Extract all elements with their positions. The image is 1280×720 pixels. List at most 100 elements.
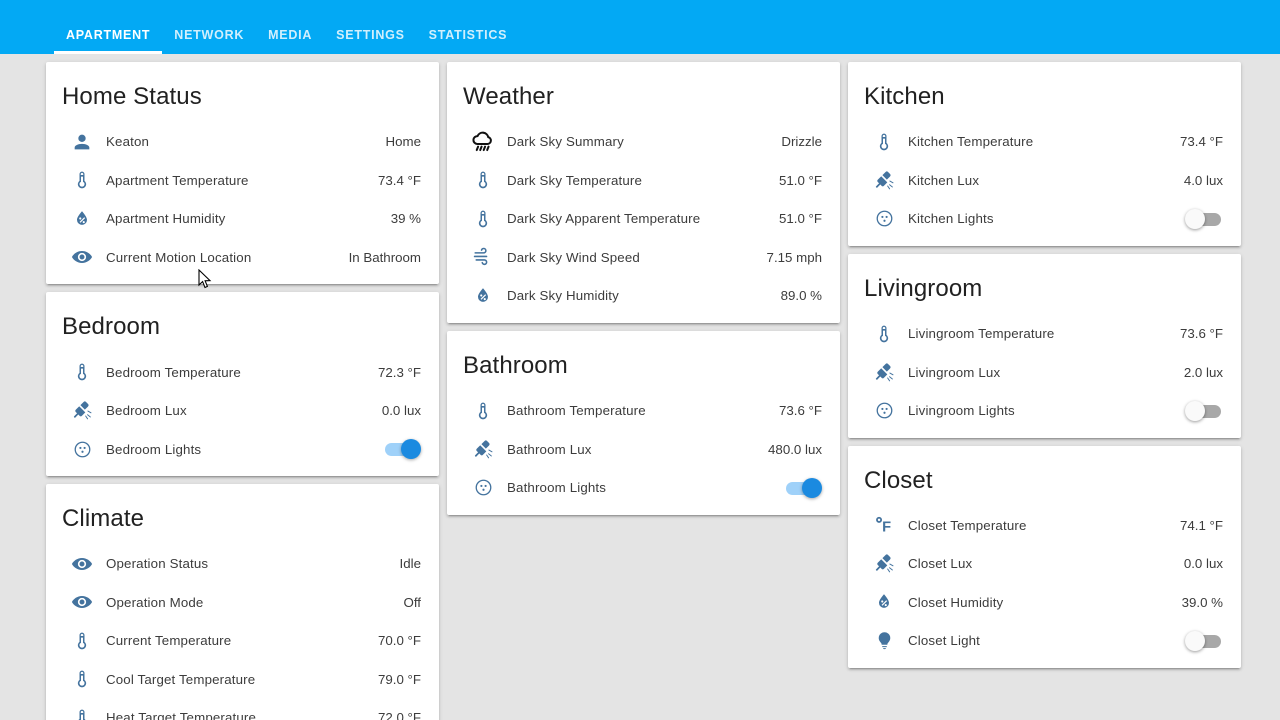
entity-row[interactable]: Dark Sky Humidity 89.0 % (463, 276, 824, 315)
entity-row[interactable]: Closet Lux 0.0 lux (864, 545, 1225, 584)
entity-row[interactable]: Bedroom Lights (62, 430, 423, 469)
toggle-switch[interactable] (1185, 630, 1223, 651)
thermometer-icon (463, 209, 503, 229)
card-bathroom: Bathroom Bathroom Temperature 73.6 °F Bathr… (447, 330, 840, 515)
entity-row[interactable]: Heat Target Temperature 72.0 °F (62, 699, 423, 720)
entity-row[interactable]: Bedroom Lux 0.0 lux (62, 391, 423, 430)
ceiling-light-icon (62, 439, 102, 460)
card-title: Home Status (62, 83, 202, 110)
toggle-switch[interactable] (784, 477, 822, 498)
entity-row[interactable]: Closet Humidity 39.0 % (864, 583, 1225, 622)
ceiling-light-icon (864, 400, 904, 421)
entity-value: Drizzle (781, 134, 822, 150)
entity-row[interactable]: Operation Mode Off (62, 583, 423, 622)
entity-row[interactable]: Bathroom Temperature 73.6 °F (463, 391, 824, 430)
ceiling-light-icon (463, 477, 503, 498)
tab-apartment[interactable]: APARTMENT (54, 28, 163, 55)
entity-row[interactable]: Cool Target Temperature 79.0 °F (62, 660, 423, 699)
entity-row[interactable]: Apartment Temperature 73.4 °F (62, 161, 423, 200)
entity-row[interactable]: Dark Sky Temperature 51.0 °F (463, 161, 824, 200)
tab-statistics[interactable]: STATISTICS (417, 28, 520, 55)
entity-value: 51.0 °F (778, 172, 822, 188)
entity-name: Bedroom Temperature (106, 364, 241, 380)
entity-value: 74.1 °F (1179, 517, 1223, 533)
thermometer-icon (864, 132, 904, 152)
entity-name: Bedroom Lights (106, 441, 202, 457)
entity-row[interactable]: Current Motion Location In Bathroom (62, 238, 423, 277)
brightness-icon (463, 439, 503, 460)
entity-value: 0.0 lux (381, 403, 421, 419)
entity-row[interactable]: Bedroom Temperature 72.3 °F (62, 353, 423, 392)
entity-row[interactable]: Livingroom Lux 2.0 lux (864, 353, 1225, 392)
entity-name: Dark Sky Temperature (507, 172, 643, 188)
entity-name: Dark Sky Wind Speed (507, 249, 640, 265)
dashboard-column: Kitchen Kitchen Temperature 73.4 °F Kitchen… (844, 58, 1245, 720)
toggle-switch[interactable] (1185, 208, 1223, 229)
card-climate: Climate Operation Status Idle Operation Mod… (46, 484, 439, 720)
entity-name: Operation Status (106, 556, 209, 572)
entity-row[interactable]: Kitchen Lux 4.0 lux (864, 161, 1225, 200)
entity-row[interactable]: Dark Sky Wind Speed 7.15 mph (463, 238, 824, 277)
card-kitchen: Kitchen Kitchen Temperature 73.4 °F Kitchen… (848, 62, 1241, 246)
entity-name: Kitchen Temperature (908, 134, 1034, 150)
tab-media[interactable]: MEDIA (256, 28, 324, 55)
entity-row[interactable]: Dark Sky Apparent Temperature 51.0 °F (463, 199, 824, 238)
card-closet: Closet F Closet Temperature 74.1 °F Closet L… (848, 445, 1241, 669)
toggle-switch[interactable] (383, 439, 421, 460)
entity-row[interactable]: Kitchen Temperature 73.4 °F (864, 122, 1225, 161)
thermometer-icon (463, 170, 503, 190)
entity-row[interactable]: Closet Light (864, 622, 1225, 661)
thermometer-icon (62, 669, 102, 689)
card-title: Weather (463, 83, 554, 110)
card-home-status: Home Status Keaton Home Apartment Temperatu… (46, 62, 439, 285)
rainy-cloud-icon (463, 128, 503, 155)
lightbulb-icon (864, 630, 904, 651)
brightness-icon (864, 170, 904, 191)
entity-name: Livingroom Lights (908, 403, 1015, 419)
entity-row[interactable]: Bathroom Lux 480.0 lux (463, 430, 824, 469)
account-icon (62, 131, 102, 153)
entity-row[interactable]: Dark Sky Summary Drizzle (463, 122, 824, 161)
brightness-icon (864, 362, 904, 383)
entity-value: 39 % (390, 211, 421, 227)
entity-row[interactable]: Current Temperature 70.0 °F (62, 622, 423, 661)
tab-network[interactable]: NETWORK (162, 28, 256, 55)
water-percent-icon (864, 592, 904, 612)
card-livingroom: Livingroom Livingroom Temperature 73.6 °F L… (848, 253, 1241, 438)
entity-row[interactable]: Keaton Home (62, 122, 423, 161)
toggle-thumb (802, 477, 822, 498)
degrees-f-icon: F (864, 514, 904, 536)
entity-value: 73.6 °F (1179, 326, 1223, 342)
entity-row[interactable]: Kitchen Lights (864, 199, 1225, 238)
entity-row[interactable]: Apartment Humidity 39 % (62, 199, 423, 238)
entity-row[interactable]: Operation Status Idle (62, 545, 423, 584)
entity-value: Off (403, 594, 422, 610)
dashboard-column: Home Status Keaton Home Apartment Temperatu… (42, 58, 443, 720)
entity-value: 0.0 lux (1183, 556, 1223, 572)
entity-name: Current Temperature (106, 633, 232, 649)
svg-text:F: F (882, 520, 891, 536)
card-title: Bathroom (463, 351, 568, 379)
toggle-thumb (1185, 630, 1205, 651)
entity-row[interactable]: F Closet Temperature 74.1 °F (864, 506, 1225, 545)
entity-row[interactable]: Livingroom Temperature 73.6 °F (864, 314, 1225, 353)
dashboard-board: Home Status Keaton Home Apartment Temperatu… (0, 54, 1280, 720)
entity-name: Dark Sky Humidity (507, 288, 619, 304)
card-title: Livingroom (864, 274, 983, 302)
app-bar: APARTMENT NETWORK MEDIA SETTINGS STATISTICS (0, 0, 1280, 54)
entity-row[interactable]: Bathroom Lights (463, 468, 824, 507)
card-title: Kitchen (864, 83, 945, 110)
entity-value: 70.0 °F (377, 633, 421, 649)
entity-value: Idle (399, 556, 421, 572)
dashboard-column: Weather Dark Sky Summary Drizzle Dark Sky T… (443, 58, 844, 720)
entity-name: Cool Target Temperature (106, 671, 256, 687)
card-title: Closet (864, 466, 933, 494)
toggle-thumb (1185, 208, 1205, 229)
entity-name: Bathroom Temperature (507, 403, 646, 419)
thermometer-icon (62, 170, 102, 190)
entity-name: Bedroom Lux (106, 403, 187, 419)
toggle-switch[interactable] (1185, 400, 1223, 421)
tab-settings[interactable]: SETTINGS (324, 28, 417, 55)
eye-icon (62, 591, 102, 613)
entity-row[interactable]: Livingroom Lights (864, 391, 1225, 430)
